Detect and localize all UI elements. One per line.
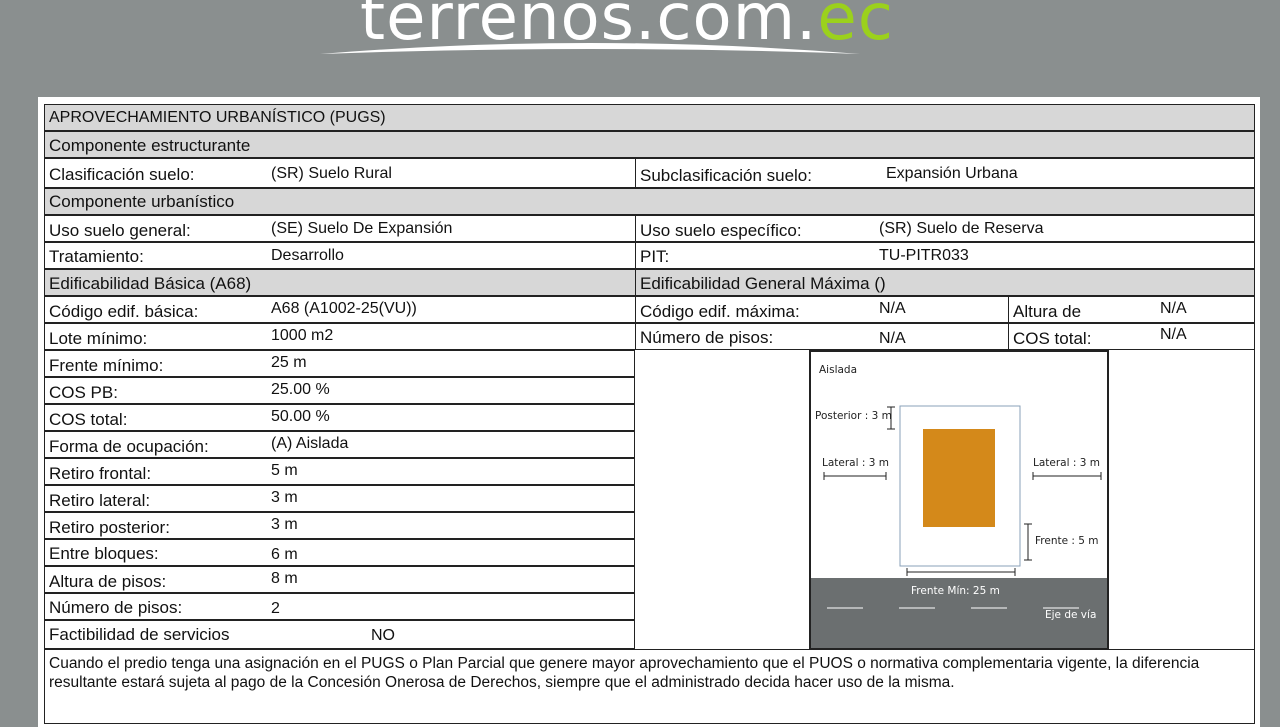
table-row: Factibilidad de servicios NO <box>44 620 635 649</box>
field-value: 8 m <box>271 570 298 587</box>
field-value: 3 m <box>271 489 298 506</box>
eje-via-label: Eje de vía <box>1045 609 1097 621</box>
field-value: NO <box>371 627 395 644</box>
field-value: (SE) Suelo De Expansión <box>271 220 453 237</box>
table-title-row: APROVECHAMIENTO URBANÍSTICO (PUGS) <box>44 104 1255 131</box>
section-label: Edificabilidad General Máxima () <box>640 274 886 293</box>
frente-min-label: Frente Mín: 25 m <box>911 585 1000 597</box>
section-label: Componente estructurante <box>49 136 251 155</box>
table-row: Altura de pisos: 8 m <box>44 566 635 593</box>
table-row: Código edif. básica: A68 (A1002-25(VU)) … <box>44 296 1255 323</box>
section-estructurante: Componente estructurante <box>44 131 1255 158</box>
field-value: 25.00 % <box>271 381 330 398</box>
field-label: Entre bloques: <box>49 544 159 563</box>
field-label: Retiro frontal: <box>49 464 152 483</box>
field-label: COS PB: <box>49 383 118 402</box>
field-label: Retiro posterior: <box>49 518 170 537</box>
field-value: 1000 m2 <box>271 327 334 344</box>
field-label: Subclasificación suelo: <box>640 166 812 185</box>
field-value: (SR) Suelo de Reserva <box>879 220 1044 237</box>
field-value: 2 <box>271 600 280 617</box>
field-label: Retiro lateral: <box>49 491 151 510</box>
field-label: Clasificación suelo: <box>49 165 195 184</box>
section-edificabilidad: Edificabilidad Básica (A68) Edificabilid… <box>44 269 1255 296</box>
field-value: 25 m <box>271 354 307 371</box>
table-row: Lote mínimo: 1000 m2 Número de pisos: N/… <box>44 323 1255 350</box>
field-label: Lote mínimo: <box>49 329 148 348</box>
field-label: Factibilidad de servicios <box>49 625 230 644</box>
field-label: PIT: <box>640 247 670 266</box>
lateral-right-label: Lateral : 3 m <box>1033 457 1100 469</box>
section-label: Componente urbanístico <box>49 192 235 211</box>
table-row: Retiro lateral: 3 m <box>44 485 635 512</box>
table-row: COS PB: 25.00 % <box>44 377 635 404</box>
field-value: N/A <box>1160 300 1187 317</box>
field-value: N/A <box>879 330 906 347</box>
setback-drawing <box>811 405 1107 648</box>
field-value: Desarrollo <box>271 247 344 264</box>
setback-diagram: Aislada Posterior: 3 m Lateral: 3 m La… <box>809 350 1109 650</box>
field-label: Forma de ocupación: <box>49 437 209 456</box>
table-row: Retiro posterior: 3 m <box>44 512 635 539</box>
field-label: Frente mínimo: <box>49 356 164 375</box>
legal-note: Cuando el predio tenga una asignación en… <box>44 649 1255 724</box>
field-label: COS total: <box>49 410 128 429</box>
section-urbanistico: Componente urbanístico <box>44 188 1255 215</box>
field-value: 5 m <box>271 462 298 479</box>
section-label: Edificabilidad Básica (A68) <box>49 274 252 293</box>
table-row: Clasificación suelo: (SR) Suelo Rural Su… <box>44 158 1255 188</box>
lateral-left-label: Lateral : 3 m <box>822 457 889 469</box>
field-value: A68 (A1002-25(VU)) <box>271 300 417 317</box>
field-label: Uso suelo específico: <box>640 221 802 240</box>
table-row: Tratamiento: Desarrollo PIT: TU-PITR033 <box>44 242 1255 269</box>
posterior-label: Posterior : 3 m <box>815 410 892 422</box>
field-label: Altura de pisos: <box>49 572 167 591</box>
table-row: Uso suelo general: (SE) Suelo De Expansi… <box>44 215 1255 242</box>
field-label: COS total: <box>1013 329 1092 348</box>
table-row: COS total: 50.00 % <box>44 404 635 431</box>
field-label: Código edif. básica: <box>49 302 199 321</box>
logo-swoosh-icon <box>320 43 860 54</box>
frente-label: Frente : 5 m <box>1035 535 1099 547</box>
field-value: 50.00 % <box>271 408 330 425</box>
field-label: Número de pisos: <box>640 328 774 347</box>
field-label: Altura de <box>1013 302 1082 321</box>
field-value: 3 m <box>271 516 298 533</box>
field-label: Código edif. máxima: <box>640 302 800 321</box>
field-label: Tratamiento: <box>49 247 144 266</box>
table-row: Número de pisos: 2 <box>44 593 635 620</box>
field-value: N/A <box>879 300 906 317</box>
site-logo[interactable]: terrenos.com.ec <box>320 0 893 58</box>
table-row: Retiro frontal: 5 m <box>44 458 635 485</box>
field-value: Expansión Urbana <box>886 165 1018 182</box>
table-row: Forma de ocupación: (A) Aislada <box>44 431 635 458</box>
field-label: Uso suelo general: <box>49 221 191 240</box>
field-value: TU-PITR033 <box>879 247 969 264</box>
table-row: Frente mínimo: 25 m <box>44 350 635 377</box>
field-value: 6 m <box>271 546 298 563</box>
field-value: (SR) Suelo Rural <box>271 165 392 182</box>
field-label: Número de pisos: <box>49 598 183 617</box>
field-value: (A) Aislada <box>271 435 349 452</box>
table-title: APROVECHAMIENTO URBANÍSTICO (PUGS) <box>49 109 386 126</box>
building-footprint <box>923 429 995 527</box>
table-row: Entre bloques: 6 m <box>44 539 635 566</box>
field-value: N/A <box>1160 326 1187 343</box>
